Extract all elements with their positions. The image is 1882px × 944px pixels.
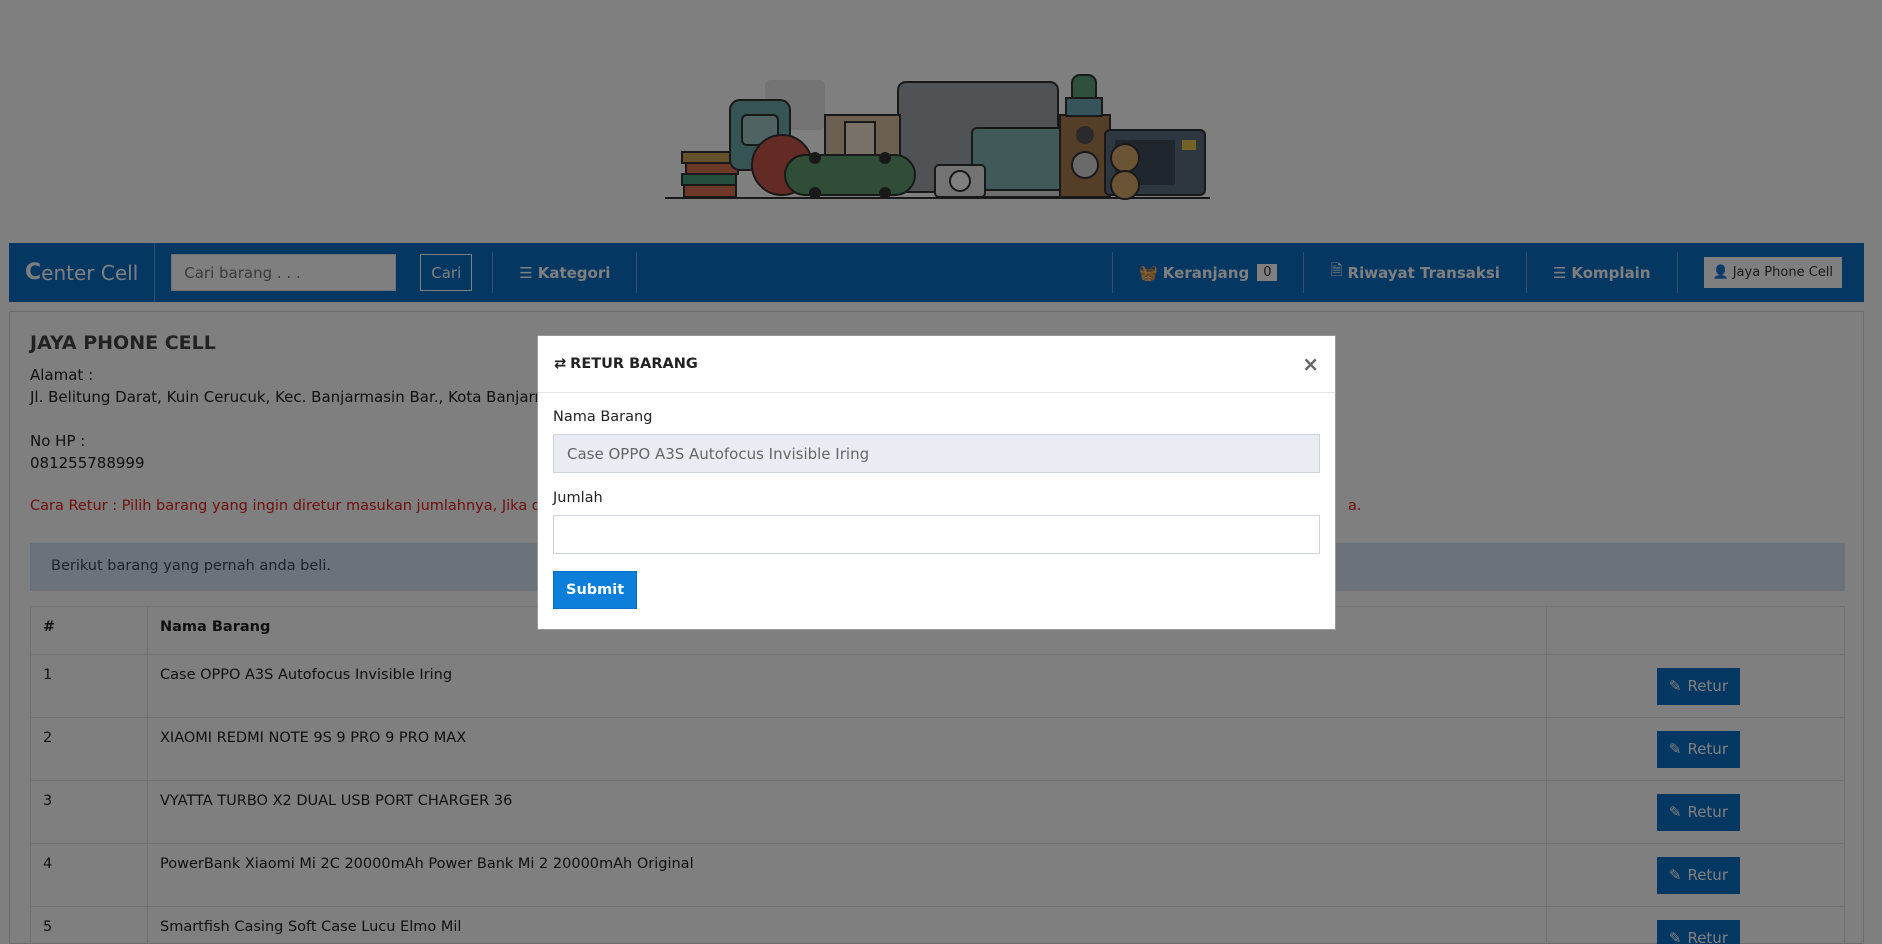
jumlah-label: Jumlah [553, 490, 603, 506]
modal-header: ⇄ RETUR BARANG × [538, 336, 1335, 393]
retur-barang-modal: ⇄RETUR BARANG × Nama Barang Jumlah Submi… [537, 335, 1336, 630]
nama-barang-field[interactable] [553, 434, 1320, 473]
nama-barang-label: Nama Barang [553, 409, 653, 425]
modal-title: ⇄ RETUR BARANG [554, 356, 698, 372]
submit-button[interactable]: Submit [553, 571, 638, 609]
exchange-icon: ⇄ [554, 356, 567, 372]
modal-body: Nama Barang Jumlah Submit [538, 393, 1335, 625]
modal-title-text: RETUR BARANG [570, 356, 698, 372]
field-spacer [553, 473, 1320, 490]
jumlah-field[interactable] [553, 515, 1320, 554]
close-icon[interactable]: × [1302, 352, 1319, 376]
